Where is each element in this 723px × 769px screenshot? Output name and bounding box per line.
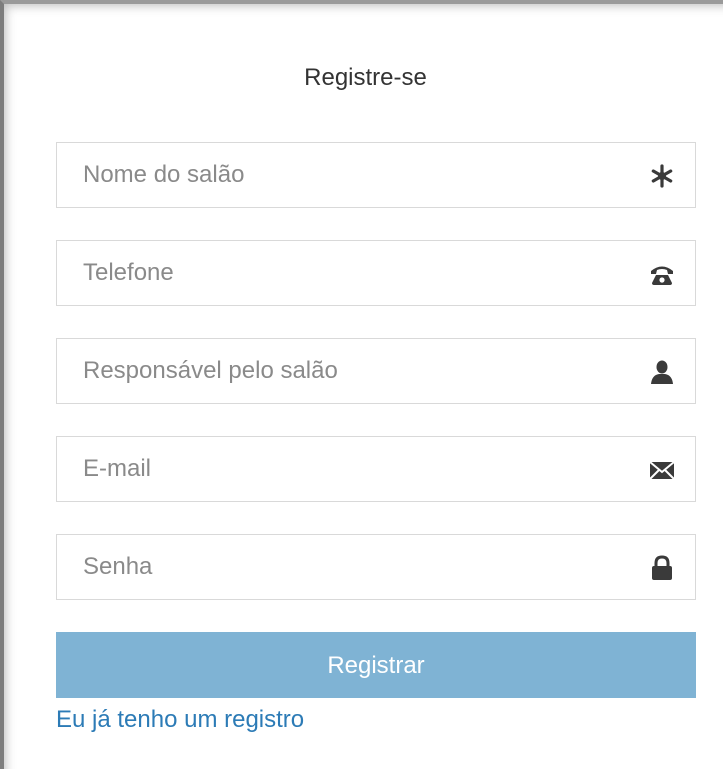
asterisk-icon <box>649 163 675 189</box>
responsible-field[interactable] <box>56 338 696 404</box>
register-panel: Registre-se Nome do salão Telefone Respo… <box>0 0 723 769</box>
salon-name-field[interactable] <box>56 142 696 208</box>
salon-name-input[interactable] <box>57 143 617 207</box>
lock-icon <box>649 555 675 581</box>
form-title: Registre-se <box>304 64 427 91</box>
email-input[interactable] <box>57 437 617 501</box>
envelope-icon <box>649 457 675 483</box>
responsible-input[interactable] <box>57 339 617 403</box>
already-registered-link[interactable]: Eu já tenho um registro <box>56 706 304 734</box>
password-input[interactable] <box>57 535 617 599</box>
email-field[interactable] <box>56 436 696 502</box>
password-field[interactable] <box>56 534 696 600</box>
register-button[interactable]: Registrar <box>56 632 696 698</box>
user-icon <box>649 359 675 385</box>
phone-icon <box>649 261 675 287</box>
phone-input[interactable] <box>57 241 617 305</box>
phone-field[interactable] <box>56 240 696 306</box>
